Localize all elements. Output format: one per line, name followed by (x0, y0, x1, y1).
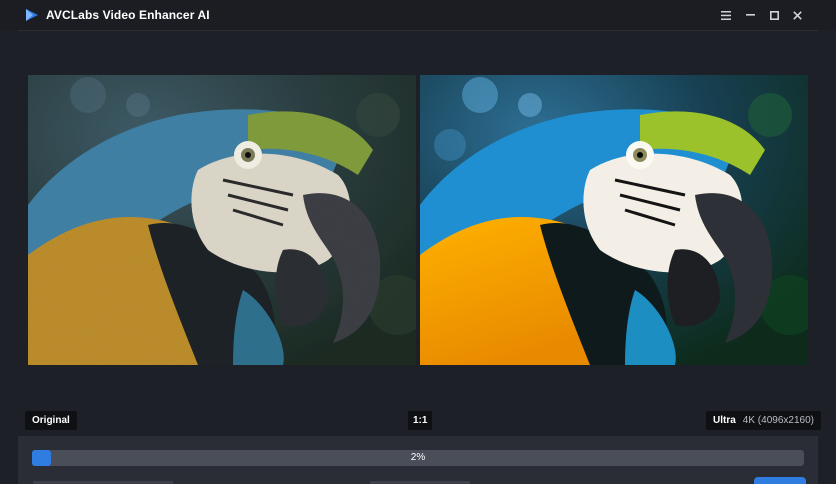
menu-button[interactable] (717, 6, 735, 24)
output-quality-label: Ultra 4K (4096x2160) (706, 411, 821, 430)
quality-mode-text: Ultra (713, 415, 736, 426)
original-label-text: Original (32, 415, 70, 426)
close-icon (792, 10, 802, 20)
title-divider (18, 30, 818, 31)
output-resolution-text: 4K (4096x2160) (742, 415, 814, 426)
hamburger-icon (721, 10, 731, 20)
parrot-original-image (28, 75, 416, 365)
close-button[interactable] (788, 6, 806, 24)
original-label: Original (25, 411, 77, 430)
title-bar: AVCLabs Video Enhancer AI (0, 0, 836, 30)
action-button[interactable] (754, 477, 806, 484)
parrot-enhanced-image (420, 75, 808, 365)
zoom-ratio-text: 1:1 (413, 415, 428, 426)
minimize-button[interactable] (741, 6, 759, 24)
zoom-ratio-button[interactable]: 1:1 (408, 411, 433, 430)
maximize-button[interactable] (765, 6, 783, 24)
minimize-icon (745, 14, 755, 16)
preview-viewer (28, 75, 808, 365)
progress-label: 2% (410, 452, 426, 463)
app-title: AVCLabs Video Enhancer AI (46, 8, 210, 22)
progress-bar: 2% (32, 450, 804, 466)
app-logo-icon (25, 8, 39, 22)
maximize-icon (769, 10, 779, 20)
